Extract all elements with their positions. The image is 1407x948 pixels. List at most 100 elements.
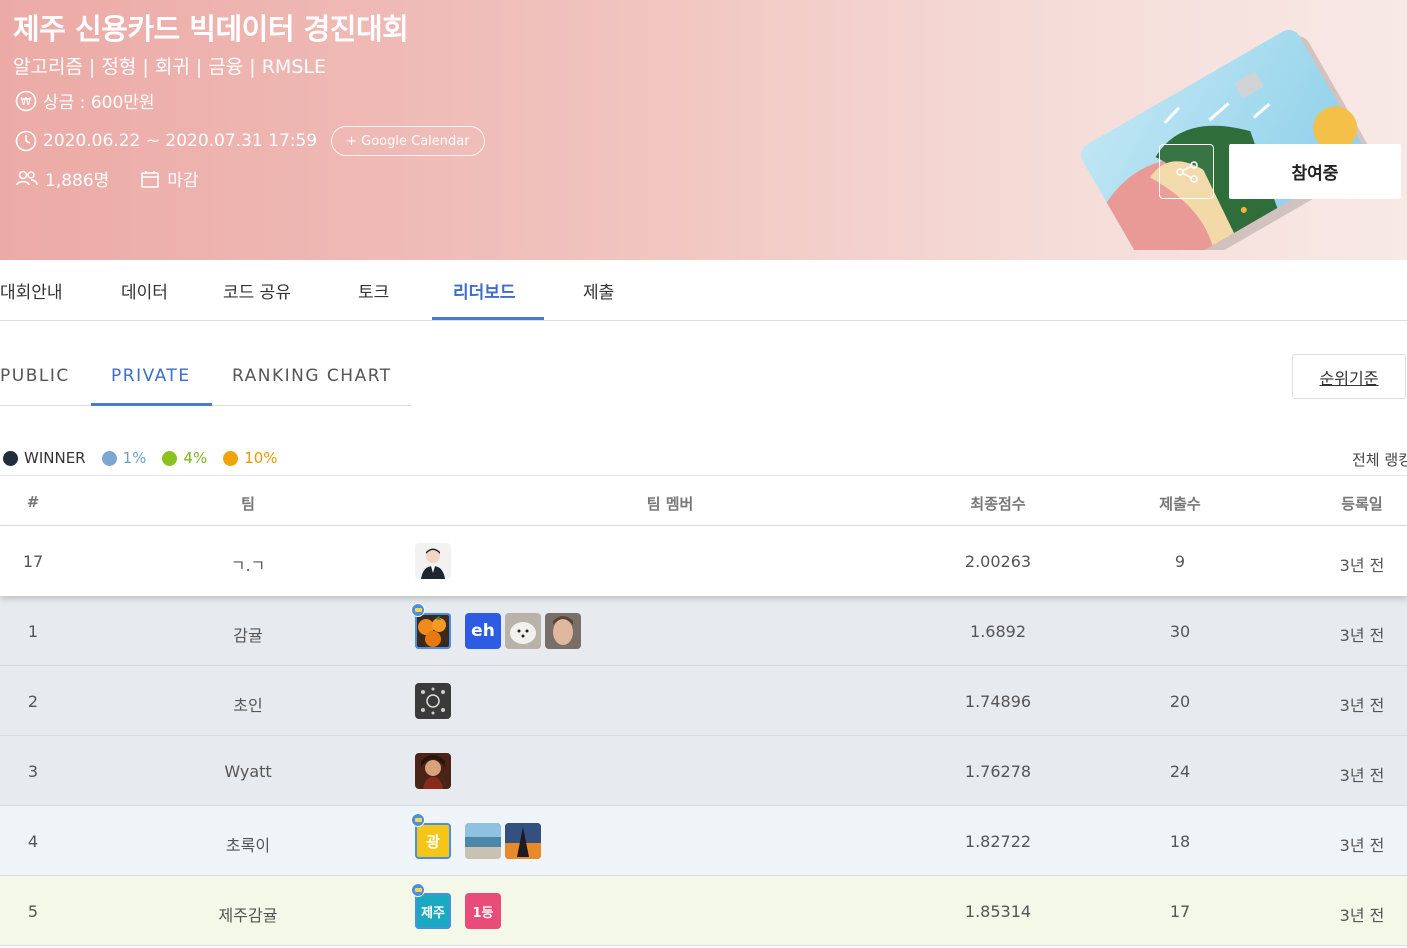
member-avatar[interactable] (505, 613, 541, 649)
col-registered[interactable]: 등록일 (1341, 493, 1382, 514)
member-avatar[interactable]: 1등 (465, 893, 501, 929)
rank-cell: 2 (27, 692, 39, 711)
member-avatar[interactable] (415, 543, 451, 579)
join-status-button[interactable]: 참여중 (1229, 144, 1401, 199)
registered-cell: 3년 전 (1339, 906, 1385, 925)
tab-submit[interactable]: 제출 (583, 278, 614, 303)
tab-ranking-chart[interactable]: RANKING CHART (232, 366, 392, 386)
tab-code-share[interactable]: 코드 공유 (223, 278, 291, 303)
col-submissions[interactable]: 제출수 (1159, 493, 1200, 514)
team-members: 제주 1등 (411, 883, 505, 929)
top1-dot-icon (101, 450, 117, 466)
share-icon (1175, 160, 1198, 183)
tab-data[interactable]: 데이터 (121, 278, 168, 303)
registered-cell: 3년 전 (1339, 836, 1385, 855)
team-members: 광 (411, 813, 545, 859)
svg-text:₩: ₩ (21, 95, 32, 108)
registered-cell: 3년 전 (1339, 556, 1385, 575)
leader-crown-icon (411, 603, 425, 617)
tab-private[interactable]: PRIVATE (111, 366, 191, 386)
member-avatar[interactable]: 제주 (415, 893, 451, 929)
prize-info: ₩ 상금 : 600만원 (15, 88, 155, 113)
submissions-cell: 24 (1169, 762, 1191, 781)
leader-crown-icon (411, 883, 425, 897)
competition-title: 제주 신용카드 빅데이터 경진대회 (13, 12, 409, 46)
submissions-cell: 18 (1169, 832, 1191, 851)
team-cell[interactable]: 초록이 (226, 832, 270, 856)
registered-cell: 3년 전 (1339, 626, 1385, 645)
competition-tags: 알고리즘 | 정형 | 회귀 | 금융 | RMSLE (13, 56, 326, 78)
member-avatar[interactable] (415, 753, 451, 789)
team-members (415, 543, 455, 579)
submissions-cell: 20 (1169, 692, 1191, 711)
member-avatar[interactable] (415, 613, 451, 649)
tier-legend: WINNER 1% 4% 10% (3, 449, 294, 467)
rank-cell: 5 (27, 902, 39, 921)
table-row[interactable]: 3 Wyatt 1.76278 24 3년 전 (0, 736, 1407, 806)
rank-cell: 1 (27, 622, 39, 641)
team-cell[interactable]: Wyatt (224, 762, 271, 781)
team-cell[interactable]: 감귤 (233, 622, 262, 646)
score-cell: 1.82722 (964, 832, 1032, 851)
leaderboard-sub-tabs: PUBLIC PRIVATE RANKING CHART (0, 322, 411, 406)
tab-leaderboard[interactable]: 리더보드 (453, 278, 516, 303)
people-icon (16, 170, 38, 185)
score-cell: 1.85314 (964, 902, 1032, 921)
col-team: 팀 (241, 495, 255, 513)
submissions-cell: 9 (1174, 552, 1186, 571)
rank-cell: 4 (27, 832, 39, 851)
legend-top10: 10% (223, 449, 278, 467)
ranking-criteria-button[interactable]: 순위기준 (1292, 354, 1406, 399)
team-cell[interactable]: 제주감귤 (219, 902, 278, 926)
period-info: 2020.06.22 ~ 2020.07.31 17:59 + Google C… (15, 126, 485, 156)
score-cell: 1.6892 (970, 622, 1026, 641)
clock-icon (15, 130, 37, 152)
score-cell: 2.00263 (964, 552, 1032, 571)
score-cell: 1.76278 (964, 762, 1032, 781)
member-avatar[interactable] (415, 683, 451, 719)
all-ranking-link[interactable]: 전체 랭킹 (1352, 449, 1407, 470)
tab-overview[interactable]: 대회안내 (0, 278, 63, 303)
table-row[interactable]: 1 감귤 eh 1.6892 30 3년 전 (0, 596, 1407, 666)
member-avatar[interactable]: 광 (415, 823, 451, 859)
team-cell[interactable]: 초인 (233, 692, 262, 716)
col-score[interactable]: 최종점수 (970, 493, 1025, 514)
tab-talk[interactable]: 토크 (358, 278, 389, 303)
top4-dot-icon (162, 450, 178, 466)
google-calendar-button[interactable]: + Google Calendar (331, 126, 485, 156)
table-row[interactable]: 5 제주감귤 제주 1등 1.85314 17 3년 전 (0, 876, 1407, 946)
registered-cell: 3년 전 (1339, 766, 1385, 785)
share-button[interactable] (1159, 144, 1214, 199)
tab-public[interactable]: PUBLIC (0, 366, 70, 386)
top10-dot-icon (223, 450, 239, 466)
team-cell[interactable]: ㄱ.ㄱ (231, 552, 266, 576)
period-text: 2020.06.22 ~ 2020.07.31 17:59 (43, 131, 318, 151)
member-avatar[interactable] (505, 823, 541, 859)
participants-count: 1,886명 (45, 171, 110, 191)
table-row[interactable]: 4 초록이 광 1.82722 18 3년 전 (0, 806, 1407, 876)
legend-top4: 4% (162, 449, 207, 467)
legend-winner: WINNER (3, 449, 86, 467)
competition-status: 마감 (167, 171, 199, 191)
competition-banner: 제주 신용카드 빅데이터 경진대회 알고리즘 | 정형 | 회귀 | 금융 | … (0, 0, 1407, 260)
member-avatar[interactable] (465, 823, 501, 859)
winner-dot-icon (3, 450, 18, 466)
won-coin-icon: ₩ (15, 90, 37, 111)
team-members (415, 753, 455, 789)
my-team-row[interactable]: 17 ㄱ.ㄱ 2.00263 9 3년 전 (0, 526, 1407, 596)
col-members: 팀 멤버 (646, 495, 694, 513)
active-subtab-indicator (91, 403, 212, 406)
rank-cell: 3 (27, 762, 39, 781)
member-avatar[interactable]: eh (465, 613, 501, 649)
active-tab-indicator (432, 317, 544, 320)
member-avatar[interactable] (545, 613, 581, 649)
main-tab-bar: 대회안내 데이터 코드 공유 토크 리더보드 제출 (0, 260, 1407, 321)
submissions-cell: 17 (1169, 902, 1191, 921)
prize-text: 상금 : 600만원 (43, 93, 155, 113)
credit-card-illustration (1081, 30, 1370, 250)
submissions-cell: 30 (1169, 622, 1191, 641)
table-row[interactable]: 2 초인 1.74896 20 3년 전 (0, 666, 1407, 736)
calendar-icon (141, 170, 160, 188)
rank-cell: 17 (22, 552, 44, 571)
leader-crown-icon (411, 813, 425, 827)
